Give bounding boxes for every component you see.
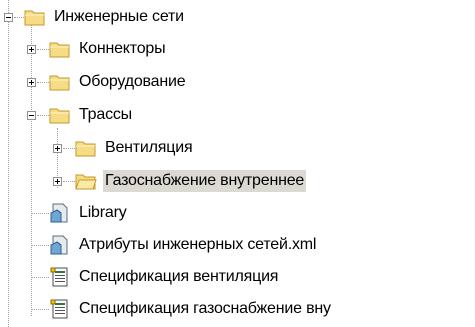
tree-line bbox=[37, 82, 49, 83]
expand-toggle[interactable] bbox=[53, 144, 62, 153]
tree-node-label: Атрибуты инженерных сетей.xml bbox=[79, 236, 317, 253]
folder-icon bbox=[49, 42, 70, 58]
open-folder-icon bbox=[75, 174, 97, 190]
tree-node-label: Оборудование bbox=[79, 73, 186, 90]
collapse-toggle[interactable] bbox=[4, 13, 13, 22]
tree-node-engineering-attributes-xml[interactable]: Атрибуты инженерных сетей.xml bbox=[49, 231, 318, 259]
library-document-icon bbox=[50, 203, 68, 223]
tree-node-engineering-networks[interactable]: Инженерные сети bbox=[24, 3, 186, 31]
tree-line bbox=[37, 115, 49, 116]
tree-node-label: Инженерные сети bbox=[54, 8, 184, 25]
tree-line bbox=[37, 49, 49, 50]
tree-line bbox=[31, 309, 49, 310]
tree-node-label: Коннекторы bbox=[79, 40, 166, 57]
expand-toggle[interactable] bbox=[53, 177, 62, 186]
tree-node-label: Спецификация вентиляция bbox=[79, 268, 279, 285]
tree-node-label: Library bbox=[79, 204, 127, 221]
expand-toggle[interactable] bbox=[27, 45, 36, 54]
tree-node-library[interactable]: Library bbox=[49, 199, 129, 227]
tree-line bbox=[31, 24, 32, 316]
tree-node-routes[interactable]: Трассы bbox=[49, 101, 134, 129]
tree-line bbox=[8, 0, 9, 327]
tree-line bbox=[31, 277, 49, 278]
tree-node-internal-gas-supply[interactable]: Газоснабжение внутреннее bbox=[75, 167, 307, 195]
tree-node-label: Трассы bbox=[79, 106, 132, 123]
tree-view: Инженерные сети Коннекторы Оборудование … bbox=[0, 0, 475, 327]
specification-icon bbox=[50, 299, 68, 319]
folder-icon bbox=[75, 141, 96, 157]
tree-line bbox=[31, 245, 49, 246]
tree-node-label: Спецификация газоснабжение вну bbox=[79, 300, 331, 317]
collapse-toggle[interactable] bbox=[27, 111, 36, 120]
library-document-icon bbox=[50, 235, 68, 255]
tree-node-connectors[interactable]: Коннекторы bbox=[49, 35, 167, 63]
tree-node-equipment[interactable]: Оборудование bbox=[49, 68, 187, 96]
tree-node-label: Вентиляция bbox=[105, 139, 193, 156]
expand-toggle[interactable] bbox=[27, 78, 36, 87]
folder-icon bbox=[24, 10, 45, 26]
tree-node-gas-supply-specification[interactable]: Спецификация газоснабжение вну bbox=[49, 295, 333, 323]
folder-icon bbox=[49, 75, 70, 91]
tree-line bbox=[63, 148, 75, 149]
tree-line bbox=[14, 17, 24, 18]
tree-node-ventilation-specification[interactable]: Спецификация вентиляция bbox=[49, 263, 280, 291]
tree-node-ventilation[interactable]: Вентиляция bbox=[75, 134, 194, 162]
folder-icon bbox=[49, 108, 70, 124]
tree-line bbox=[63, 181, 75, 182]
specification-icon bbox=[50, 267, 68, 287]
tree-line bbox=[31, 213, 49, 214]
tree-node-label: Газоснабжение внутреннее bbox=[103, 170, 307, 192]
